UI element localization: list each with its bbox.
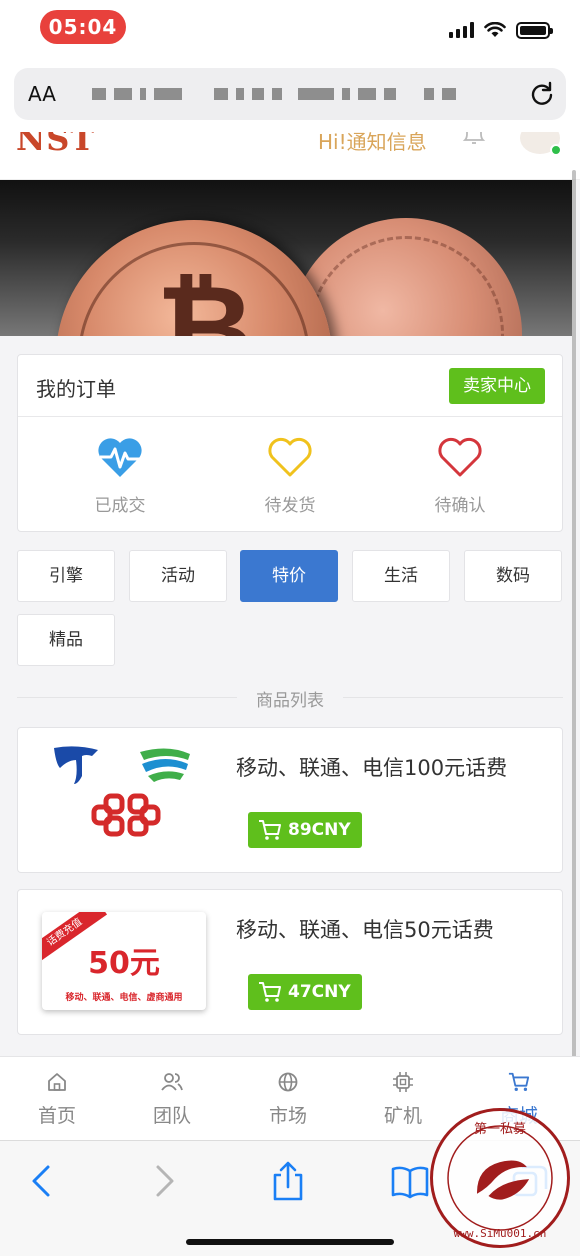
page-scrollbar[interactable] <box>572 170 576 1140</box>
status-time: 05:04 <box>40 10 126 44</box>
orders-header: 我的订单 卖家中心 <box>18 355 562 417</box>
tab-label: 首页 <box>37 1105 76 1127</box>
orders-title: 我的订单 <box>36 377 116 401</box>
category-engine[interactable]: 引擎 <box>17 550 115 602</box>
site-header: NST Hi!通知信息 <box>0 132 580 180</box>
category-premium[interactable]: 精品 <box>17 614 115 666</box>
buy-button[interactable]: 47CNY <box>248 974 362 1010</box>
product-card[interactable]: 移动、联通、电信100元话费 89CNY <box>17 727 563 873</box>
bitcoin-image: ₿ <box>56 220 332 336</box>
home-icon <box>48 1073 66 1091</box>
product-title: 移动、联通、电信100元话费 <box>236 756 508 780</box>
team-icon <box>161 1073 183 1091</box>
buy-button[interactable]: 89CNY <box>248 812 362 848</box>
category-activity[interactable]: 活动 <box>129 550 227 602</box>
watermark-logo-icon: www.SiMu001.cn 第一私募 <box>447 1122 553 1240</box>
category-special-offer[interactable]: 特价 <box>240 550 338 602</box>
category-life[interactable]: 生活 <box>352 550 450 602</box>
chip-icon <box>393 1072 413 1092</box>
share-icon[interactable] <box>268 1161 308 1201</box>
order-status-label: 待发货 <box>264 496 316 516</box>
topup-subtitle: 移动、联通、电信、虚商通用 <box>65 993 183 1003</box>
tab-label: 团队 <box>152 1105 191 1127</box>
topup-amount: 50元 <box>88 946 160 981</box>
seller-center-button[interactable]: 卖家中心 <box>449 368 545 404</box>
bitcoin-symbol-icon: ₿ <box>156 260 254 337</box>
tab-market[interactable]: 市场 <box>243 1071 333 1128</box>
browser-address-area: AA <box>0 56 580 132</box>
product-card[interactable]: 话费充值 50元 移动、联通、电信、虚商通用 移动、联通、电信50元话费 47C… <box>17 889 563 1035</box>
product-list-divider: 商品列表 <box>17 684 563 711</box>
url-field-obscured[interactable] <box>92 82 522 106</box>
watermark-title: 第一私募 <box>474 1122 526 1137</box>
watermark-url: www.SiMu001.cn <box>454 1227 547 1240</box>
globe-icon <box>278 1072 298 1092</box>
heart-pulse-icon <box>98 438 142 477</box>
cart-icon <box>259 982 281 1002</box>
tab-label: 市场 <box>268 1105 307 1127</box>
category-digital[interactable]: 数码 <box>464 550 562 602</box>
product-title: 移动、联通、电信50元话费 <box>236 918 494 942</box>
tab-home[interactable]: 首页 <box>12 1071 102 1128</box>
heart-outline-icon <box>438 437 482 477</box>
reader-settings-label: AA <box>28 82 56 106</box>
address-bar[interactable]: AA <box>14 68 566 120</box>
topup-card-image: 话费充值 50元 移动、联通、电信、虚商通用 <box>42 912 206 1010</box>
order-status-label: 已成交 <box>94 496 146 516</box>
site-logo[interactable]: NST <box>16 132 95 158</box>
tab-team[interactable]: 团队 <box>127 1071 217 1128</box>
online-status-dot <box>550 144 562 156</box>
status-bar: 05:04 <box>0 0 580 56</box>
order-status-to-ship[interactable]: 待发货 <box>215 435 365 516</box>
bookmarks-icon[interactable] <box>390 1161 430 1201</box>
order-status-completed[interactable]: 已成交 <box>45 435 195 516</box>
wifi-icon <box>484 22 506 37</box>
orders-card: 我的订单 卖家中心 已成交 待发货 待确认 <box>17 354 563 532</box>
watermark-seal: www.SiMu001.cn 第一私募 <box>430 1108 570 1248</box>
reader-settings-button[interactable]: AA <box>28 82 56 106</box>
product-list-title: 商品列表 <box>256 691 324 711</box>
heart-outline-icon <box>268 437 312 477</box>
banner-image: ₿ <box>0 180 572 336</box>
cart-icon <box>508 1072 530 1091</box>
home-indicator <box>186 1239 394 1245</box>
bell-icon[interactable] <box>462 132 486 146</box>
order-status-to-confirm[interactable]: 待确认 <box>385 435 535 516</box>
telecom-logos-image <box>54 746 190 837</box>
order-status-label: 待确认 <box>434 496 486 516</box>
notice-text[interactable]: Hi!通知信息 <box>318 132 427 155</box>
status-icons <box>449 20 553 40</box>
battery-icon <box>516 21 553 39</box>
forward-icon[interactable] <box>144 1161 184 1201</box>
back-icon[interactable] <box>22 1161 62 1201</box>
product-price: 47CNY <box>288 982 351 1002</box>
product-price: 89CNY <box>288 820 351 840</box>
cart-icon <box>259 820 281 840</box>
reload-icon[interactable] <box>528 80 556 108</box>
cellular-signal-icon <box>449 22 474 38</box>
